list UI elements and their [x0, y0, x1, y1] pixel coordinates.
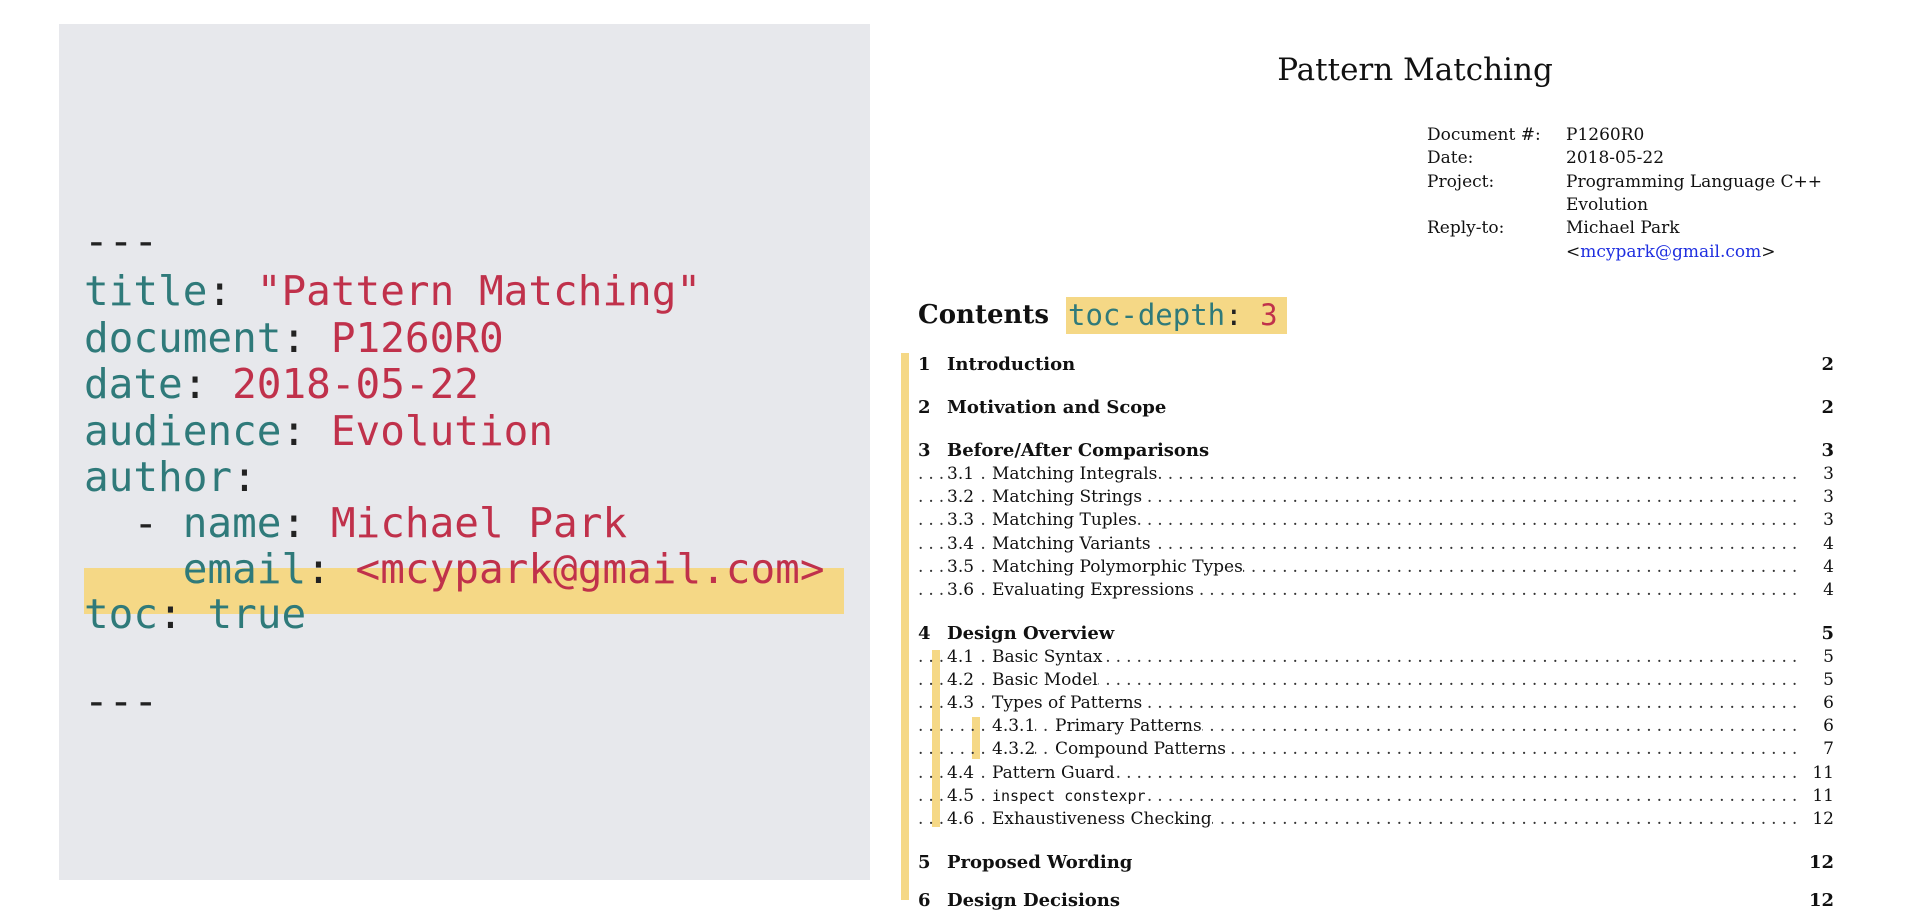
toc-entry[interactable]: ........................................…: [918, 715, 1834, 738]
toc-entry[interactable]: ........................................…: [918, 579, 1834, 602]
toc-entry[interactable]: ........................................…: [918, 785, 1834, 808]
toc-entry[interactable]: ........................................…: [918, 808, 1834, 831]
meta-document-value: P1260R0: [1566, 125, 1645, 145]
toc-entry[interactable]: ........................................…: [918, 509, 1834, 532]
leader-dots: ........................................…: [918, 739, 1800, 759]
meta-date-value: 2018-05-22: [1566, 148, 1665, 168]
toc-entry[interactable]: ........................................…: [918, 486, 1834, 509]
meta-reply-label: Reply-to:: [1427, 218, 1505, 238]
yaml-email-line: email: <mcypark@gmail.com>: [182, 545, 825, 593]
toc-depth-badge: toc-depth: 3: [1066, 297, 1287, 334]
toc-entry[interactable]: ........................................…: [918, 533, 1834, 556]
yaml-audience-line: audience: Evolution: [84, 407, 554, 455]
meta-reply-email: <mcypark@gmail.com>: [1566, 242, 1776, 262]
meta-project-value-cont: Evolution: [1566, 195, 1649, 215]
yaml-close-fence: ---: [84, 677, 159, 725]
toc-entry[interactable]: ........................................…: [918, 738, 1834, 761]
meta-document-label: Document #:: [1427, 125, 1541, 145]
meta-project-label: Project:: [1427, 172, 1495, 192]
toc-entry[interactable]: 5 Proposed Wording 12: [918, 851, 1834, 874]
yaml-date-line: date: 2018-05-22: [84, 360, 479, 408]
document-title: Pattern Matching: [1277, 52, 1553, 88]
toc-entry[interactable]: ........................................…: [918, 762, 1834, 785]
toc-entry[interactable]: ........................................…: [918, 692, 1834, 715]
toc-entry[interactable]: 3 Before/After Comparisons 3: [918, 439, 1834, 462]
toc-entry[interactable]: 1 Introduction 2: [918, 353, 1834, 376]
toc-entry[interactable]: 4 Design Overview 5: [918, 622, 1834, 645]
meta-date-label: Date:: [1427, 148, 1474, 168]
meta-project-value: Programming Language C++: [1566, 172, 1823, 192]
toc-entry[interactable]: ........................................…: [918, 556, 1834, 579]
toc-entry[interactable]: ........................................…: [918, 463, 1834, 486]
email-link[interactable]: mcypark@gmail.com: [1580, 242, 1761, 262]
yaml-name-line: - name: Michael Park: [133, 499, 628, 547]
toc-entry[interactable]: 6 Design Decisions 12: [918, 889, 1834, 912]
toc-entry[interactable]: 2 Motivation and Scope 2: [918, 396, 1834, 419]
yaml-author-line: author:: [84, 453, 257, 501]
toc-entry[interactable]: ........................................…: [918, 646, 1834, 669]
toc-entry[interactable]: ........................................…: [918, 669, 1834, 692]
contents-heading: Contents: [918, 300, 1050, 330]
meta-reply-name: Michael Park: [1566, 218, 1680, 238]
yaml-toc-line: toc: true: [84, 590, 307, 638]
yaml-open-fence: ---: [84, 217, 159, 265]
yaml-front-matter-panel: --- title: "Pattern Matching" document: …: [59, 24, 870, 880]
toc-change-bar: [901, 353, 909, 900]
yaml-document-line: document: P1260R0: [84, 314, 504, 362]
leader-dots: ........................................…: [918, 716, 1800, 736]
yaml-title-line: title: "Pattern Matching": [84, 267, 702, 315]
